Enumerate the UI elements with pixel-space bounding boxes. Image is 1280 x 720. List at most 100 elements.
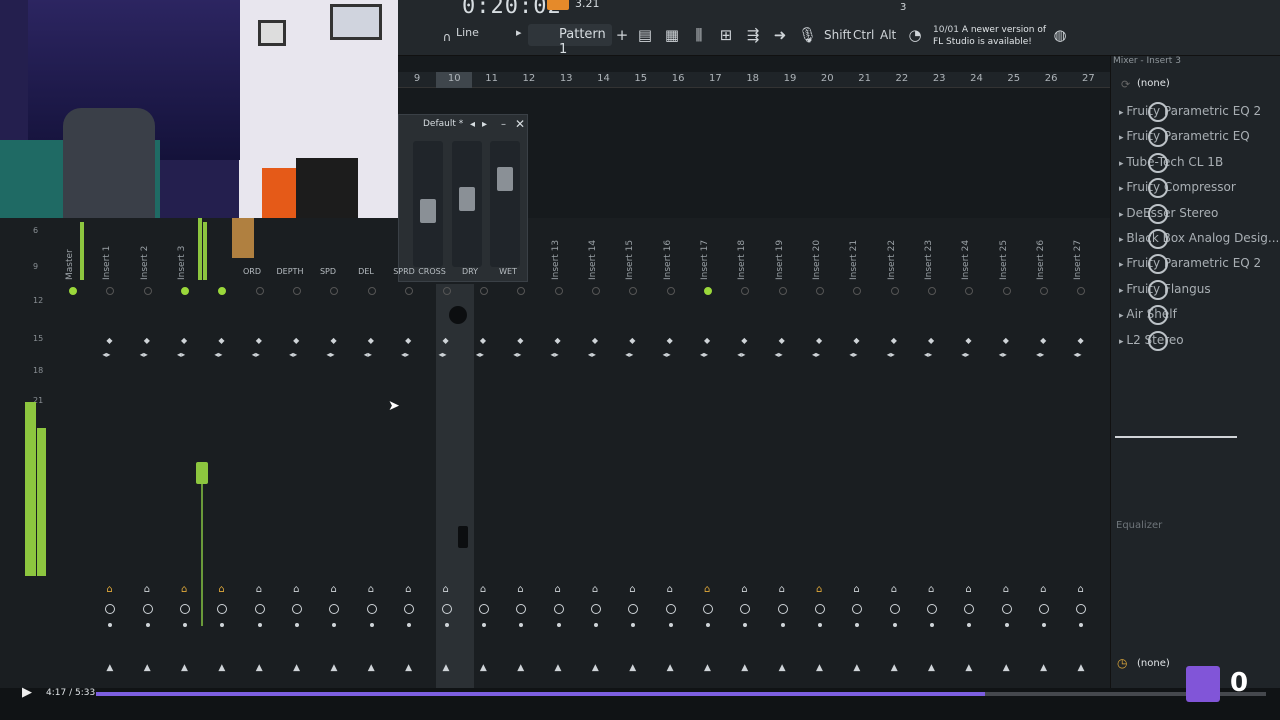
strip-led[interactable] bbox=[181, 287, 190, 295]
strip-led[interactable] bbox=[816, 287, 824, 295]
route-knob[interactable] bbox=[777, 604, 788, 614]
send-arrow-icon[interactable]: ▲ bbox=[704, 663, 711, 673]
stereo-swap-icon[interactable]: ◆ bbox=[443, 336, 449, 345]
lock-icon[interactable]: ⌂ bbox=[106, 584, 112, 595]
strip-led[interactable] bbox=[778, 287, 787, 295]
strip-name[interactable]: Insert 3 bbox=[177, 246, 187, 280]
route-knob[interactable] bbox=[254, 604, 265, 614]
send-arrow-icon[interactable]: ▲ bbox=[816, 663, 823, 673]
route-knob[interactable] bbox=[815, 604, 825, 614]
send-arrow-icon[interactable]: ▲ bbox=[928, 663, 935, 673]
lock-icon[interactable]: ⌂ bbox=[592, 584, 598, 595]
strip-name[interactable]: Insert 1 bbox=[102, 246, 112, 280]
stereo-swap-icon[interactable]: ◆ bbox=[555, 336, 561, 345]
route-knob[interactable] bbox=[478, 604, 489, 614]
send-arrow-icon[interactable]: ▲ bbox=[891, 663, 898, 673]
strip-name[interactable]: Insert 19 bbox=[775, 240, 785, 280]
selected-pan-knob[interactable] bbox=[449, 306, 467, 324]
phase-icon[interactable]: ◂▸ bbox=[551, 350, 559, 359]
phase-icon[interactable]: ◂▸ bbox=[476, 350, 484, 359]
twitch-logo-icon[interactable] bbox=[1186, 666, 1220, 702]
stereo-swap-icon[interactable]: ◆ bbox=[330, 336, 336, 345]
preset-name[interactable]: Default * bbox=[423, 119, 463, 129]
send-arrow-icon[interactable]: ▲ bbox=[667, 663, 674, 673]
microphone-icon[interactable]: 🎙 bbox=[798, 26, 817, 44]
strip-name[interactable]: Insert 18 bbox=[737, 240, 747, 280]
send-arrow-icon[interactable]: ▲ bbox=[443, 663, 450, 673]
lock-icon[interactable]: ⌂ bbox=[816, 584, 822, 595]
send-arrow-icon[interactable]: ▲ bbox=[965, 663, 972, 673]
strip-led[interactable] bbox=[928, 287, 937, 295]
stereo-swap-icon[interactable]: ◆ bbox=[293, 336, 299, 345]
phase-icon[interactable]: ◂▸ bbox=[849, 350, 857, 359]
phase-icon[interactable]: ◂▸ bbox=[439, 350, 447, 359]
send-arrow-icon[interactable]: ▲ bbox=[741, 663, 748, 673]
strip-name[interactable]: Insert 15 bbox=[625, 240, 635, 280]
play-icon[interactable]: ▶ bbox=[22, 685, 32, 700]
strip-led[interactable] bbox=[890, 287, 899, 295]
lock-icon[interactable]: ⌂ bbox=[1077, 584, 1083, 595]
fx-slider-wet[interactable] bbox=[490, 141, 520, 267]
lock-icon[interactable]: ⌂ bbox=[555, 584, 561, 595]
phase-icon[interactable]: ◂▸ bbox=[663, 350, 671, 359]
tempo-display[interactable] bbox=[547, 0, 569, 10]
stereo-swap-icon[interactable]: ◆ bbox=[256, 336, 262, 345]
send-arrow-icon[interactable]: ▲ bbox=[144, 663, 151, 673]
mixer-icon[interactable]: ⫼ bbox=[690, 26, 708, 44]
lock-icon[interactable]: ⌂ bbox=[181, 584, 187, 595]
strip-name[interactable]: Insert 20 bbox=[812, 240, 822, 280]
phase-icon[interactable]: ◂▸ bbox=[513, 350, 521, 359]
route-knob[interactable] bbox=[142, 604, 153, 614]
send-arrow-icon[interactable]: ▲ bbox=[480, 663, 487, 673]
lock-icon[interactable]: ⌂ bbox=[853, 584, 859, 595]
piano-roll-icon[interactable]: ▦ bbox=[663, 26, 681, 44]
lock-icon[interactable]: ⌂ bbox=[779, 584, 785, 595]
send-arrow-icon[interactable]: ▲ bbox=[1077, 663, 1084, 673]
strip-led[interactable] bbox=[666, 287, 675, 295]
arrow-right-icon[interactable]: ➜ bbox=[771, 26, 789, 44]
plugin-window[interactable]: Default * ◂ ▸ – ✕ ORD DEPTH SPD DEL SPRD CROS… bbox=[243, 114, 528, 282]
send-arrow-icon[interactable]: ▲ bbox=[629, 663, 636, 673]
stereo-swap-icon[interactable]: ◆ bbox=[816, 336, 822, 345]
phase-icon[interactable]: ◂▸ bbox=[961, 350, 969, 359]
fx-slot[interactable]: ▸ Fruity Compressor bbox=[1119, 180, 1236, 194]
send-arrow-icon[interactable]: ▲ bbox=[405, 663, 412, 673]
stereo-swap-icon[interactable]: ◆ bbox=[106, 336, 112, 345]
stereo-swap-icon[interactable]: ◆ bbox=[1003, 336, 1009, 345]
strip-led[interactable] bbox=[143, 287, 152, 295]
phase-icon[interactable]: ◂▸ bbox=[999, 350, 1007, 359]
fx-slot[interactable]: ▸ Tube-Tech CL 1B bbox=[1119, 155, 1223, 169]
strip-led[interactable] bbox=[1002, 287, 1011, 295]
minimize-icon[interactable]: – bbox=[501, 119, 506, 130]
send-arrow-icon[interactable]: ▲ bbox=[368, 663, 375, 673]
stereo-swap-icon[interactable]: ◆ bbox=[891, 336, 897, 345]
fx-slot[interactable]: ▸ DeEsser Stereo bbox=[1119, 206, 1218, 220]
send-arrow-icon[interactable]: ▲ bbox=[330, 663, 337, 673]
lock-icon[interactable]: ⌂ bbox=[293, 584, 299, 595]
strip-led[interactable] bbox=[367, 287, 376, 295]
lock-icon[interactable]: ⌂ bbox=[480, 584, 486, 595]
slot-mix-knob[interactable] bbox=[1148, 229, 1168, 249]
phase-icon[interactable]: ◂▸ bbox=[364, 350, 372, 359]
phase-icon[interactable]: ◂▸ bbox=[812, 350, 820, 359]
alt-key[interactable]: Alt bbox=[880, 28, 896, 42]
phase-icon[interactable]: ◂▸ bbox=[214, 350, 222, 359]
strip-name[interactable]: Insert 17 bbox=[700, 240, 710, 280]
lock-icon[interactable]: ⌂ bbox=[1003, 584, 1009, 595]
slot-mix-knob[interactable] bbox=[1148, 102, 1168, 122]
strip-name[interactable]: Insert 16 bbox=[663, 240, 673, 280]
lock-icon[interactable]: ⌂ bbox=[891, 584, 897, 595]
selected-fader[interactable] bbox=[458, 526, 468, 548]
next-preset-icon[interactable]: ▸ bbox=[482, 119, 487, 130]
phase-icon[interactable]: ◂▸ bbox=[140, 350, 148, 359]
strip-name[interactable]: Insert 13 bbox=[551, 240, 561, 280]
phase-icon[interactable]: ◂▸ bbox=[700, 350, 708, 359]
phase-icon[interactable]: ◂▸ bbox=[1073, 350, 1081, 359]
lock-icon[interactable]: ⌂ bbox=[218, 584, 224, 595]
channel-rack-icon[interactable]: ⊞ bbox=[717, 26, 735, 44]
strip-name[interactable]: Insert 26 bbox=[1036, 240, 1046, 280]
fx-slot[interactable]: ▸ Fruity Parametric EQ bbox=[1119, 129, 1250, 143]
strip-led[interactable] bbox=[442, 287, 451, 295]
lock-icon[interactable]: ⌂ bbox=[144, 584, 150, 595]
snap-selector[interactable]: Line ▸ bbox=[438, 26, 523, 44]
